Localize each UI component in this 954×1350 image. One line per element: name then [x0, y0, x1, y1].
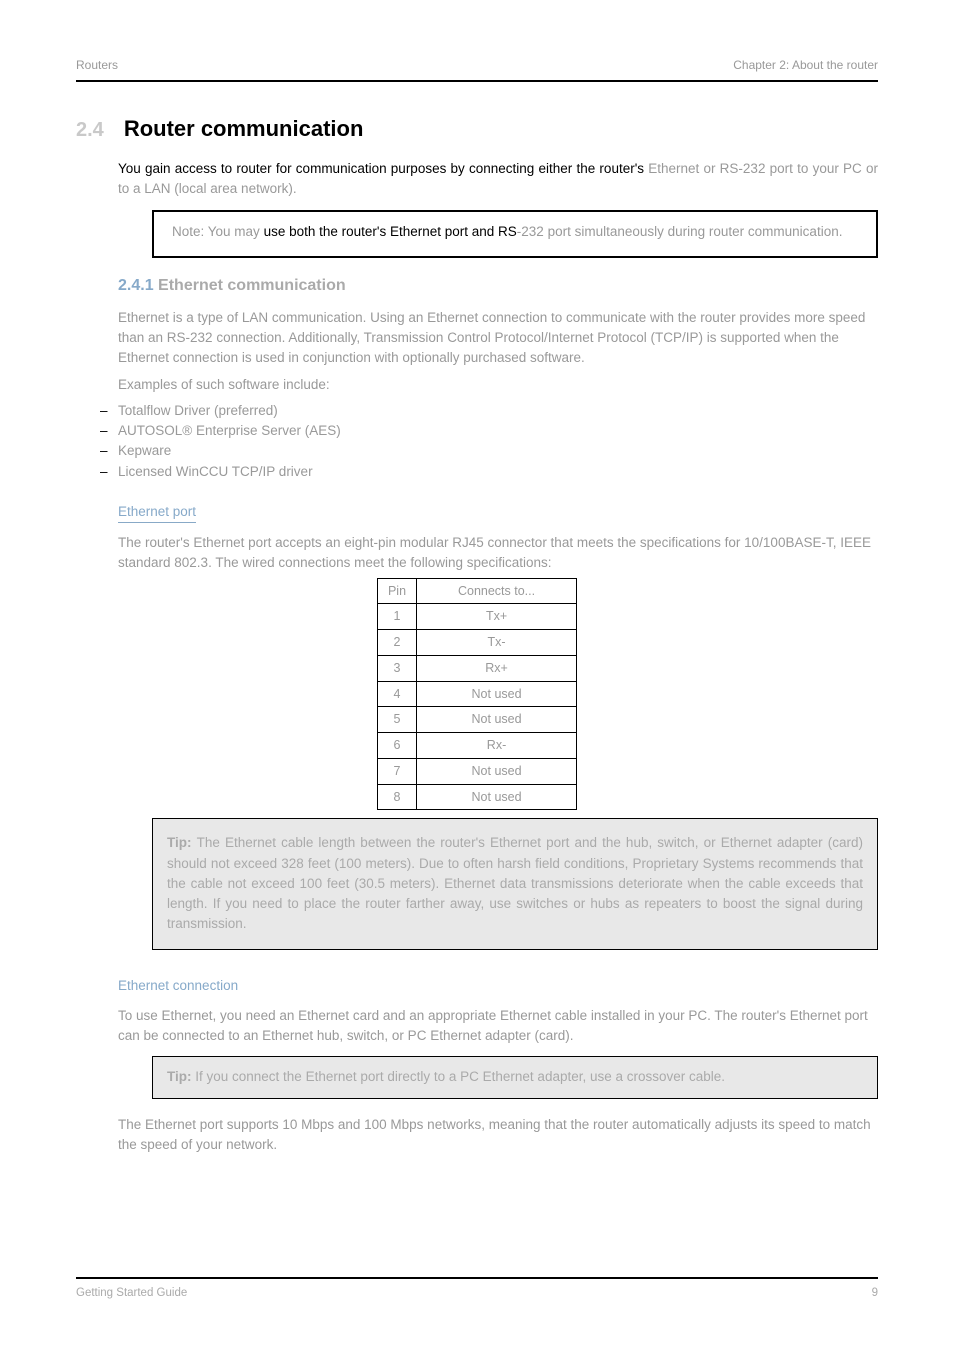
pin-1: 1 — [377, 604, 416, 630]
sub-eth-comm: 2.4.1 Ethernet communication — [118, 274, 878, 298]
section-number: 2.4 — [76, 115, 104, 145]
table-row: 2Tx- — [377, 630, 576, 656]
pin-table: Pin Connects to... 1Tx+ 2Tx- 3Rx+ 4Not u… — [377, 578, 577, 811]
pin-7-val: Not used — [417, 758, 577, 784]
pin-3: 3 — [377, 655, 416, 681]
eth-speed-para: The Ethernet port supports 10 Mbps and 1… — [118, 1115, 878, 1156]
table-row: 3Rx+ — [377, 655, 576, 681]
pin-1-val: Tx+ — [417, 604, 577, 630]
note1-pre: Note: You may — [172, 224, 264, 239]
pin-4-val: Not used — [417, 681, 577, 707]
eth-connect-heading: Ethernet connection — [118, 976, 238, 996]
pin-6: 6 — [377, 733, 416, 759]
pin-8: 8 — [377, 784, 416, 810]
tip1-body: The Ethernet cable length between the ro… — [167, 835, 863, 931]
eth-port: Ethernet port — [118, 502, 196, 523]
pin-2-val: Tx- — [417, 630, 577, 656]
footer-row: Getting Started Guide 9 — [76, 1279, 878, 1302]
note-box-1: Note: You may use both the router's Ethe… — [152, 210, 878, 258]
intro-para-1: You gain access to router for communicat… — [118, 159, 878, 200]
pin-8-val: Not used — [417, 784, 577, 810]
footer-bar: Getting Started Guide 9 — [76, 1277, 878, 1302]
pin-7: 7 — [377, 758, 416, 784]
tip2-body: If you connect the Ethernet port directl… — [195, 1069, 725, 1084]
eth-port-para: The router's Ethernet port accepts an ei… — [118, 533, 878, 574]
pin-6-val: Rx- — [417, 733, 577, 759]
table-row: 6Rx- — [377, 733, 576, 759]
section-heading: Router communication — [124, 112, 364, 145]
tip-box-1: Tip: The Ethernet cable length between t… — [152, 818, 878, 949]
sub-eth-num: 2.4.1 — [118, 277, 154, 294]
pin-4: 4 — [377, 681, 416, 707]
pin-th-connects: Connects to... — [417, 578, 577, 604]
note1-visible: use both the router's Ethernet port and … — [264, 224, 517, 239]
eth-bullet-4: Licensed WinCCU TCP/IP driver — [100, 462, 878, 482]
pin-2: 2 — [377, 630, 416, 656]
table-row: 4Not used — [377, 681, 576, 707]
footer-left: Getting Started Guide — [76, 1285, 187, 1302]
note1-post: -232 port simultaneously during router c… — [517, 224, 843, 239]
footer-right: 9 — [872, 1285, 878, 1302]
eth-para: Ethernet is a type of LAN communication.… — [118, 308, 878, 369]
eth-connect-para: To use Ethernet, you need an Ethernet ca… — [118, 1006, 878, 1047]
header-right: Chapter 2: About the router — [733, 56, 878, 74]
table-row: 1Tx+ — [377, 604, 576, 630]
eth-bullet-1: Totalflow Driver (preferred) — [100, 401, 878, 421]
section-title-row: 2.4 Router communication — [76, 112, 878, 145]
sub-eth-title: Ethernet communication — [158, 277, 346, 294]
eth-bullet-2: AUTOSOL® Enterprise Server (AES) — [100, 421, 878, 441]
tip2-label: Tip: — [167, 1069, 195, 1084]
table-row: 5Not used — [377, 707, 576, 733]
table-row: 7Not used — [377, 758, 576, 784]
header-bar: Routers Chapter 2: About the router — [76, 56, 878, 82]
intro-visible: You gain access to router for communicat… — [118, 161, 648, 176]
tip-box-2: Tip: If you connect the Ethernet port di… — [152, 1056, 878, 1098]
eth-bullet-list: Totalflow Driver (preferred) AUTOSOL® En… — [100, 401, 878, 482]
table-row: 8Not used — [377, 784, 576, 810]
eth-bullets-intro: Examples of such software include: — [118, 375, 878, 395]
header-left: Routers — [76, 56, 118, 74]
page-root: Routers Chapter 2: About the router 2.4 … — [0, 0, 954, 1350]
pin-5: 5 — [377, 707, 416, 733]
pin-3-val: Rx+ — [417, 655, 577, 681]
eth-bullet-3: Kepware — [100, 441, 878, 461]
pin-5-val: Not used — [417, 707, 577, 733]
tip1-label: Tip: — [167, 835, 197, 850]
pin-th-pin: Pin — [377, 578, 416, 604]
